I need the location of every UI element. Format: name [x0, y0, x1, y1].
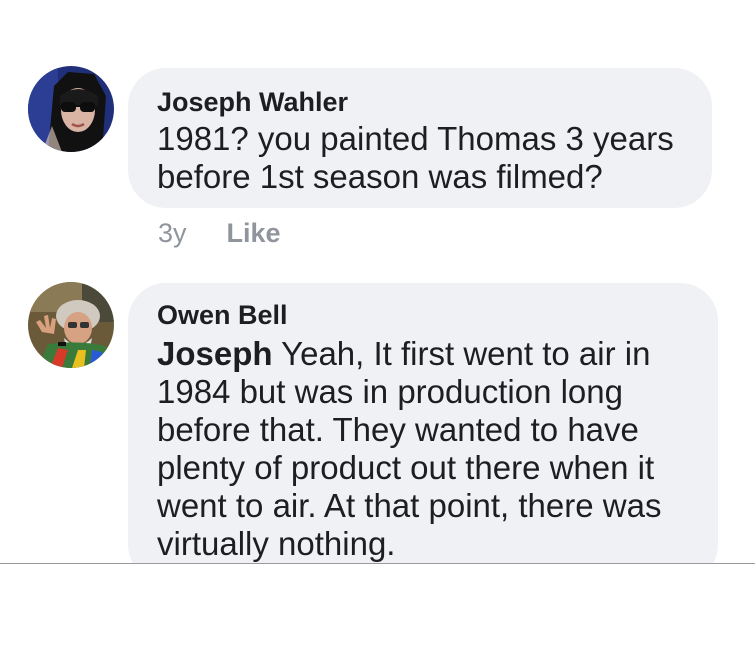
profile-photo-icon — [28, 66, 114, 152]
comment-text-line: before that. They wanted to have — [157, 411, 639, 448]
comment-text-line: before 1st season was filmed? — [157, 158, 603, 195]
divider-line — [0, 563, 755, 564]
avatar-owen-bell[interactable] — [28, 282, 114, 368]
comment-text-line: 1984 but was in production long — [157, 373, 623, 410]
comment-thread: Joseph Wahler 1981? you painted Thomas 3… — [0, 0, 755, 660]
comment-author[interactable]: Owen Bell — [157, 299, 698, 331]
comment-text-line: went to air. At that point, there was — [157, 487, 662, 524]
comment-text-line: virtually nothing. — [157, 525, 396, 562]
comment-meta-1: 3y Like — [158, 217, 281, 249]
comment-author[interactable]: Joseph Wahler — [157, 86, 684, 118]
comment-text-line: plenty of product out there when it — [157, 449, 655, 486]
like-button[interactable]: Like — [227, 218, 281, 248]
comment-bubble-2: Owen Bell Joseph Yeah, It first went to … — [128, 283, 718, 583]
avatar-joseph-wahler[interactable] — [28, 66, 114, 152]
comment-bubble-1: Joseph Wahler 1981? you painted Thomas 3… — [128, 68, 712, 208]
profile-photo-icon — [28, 282, 114, 368]
comment-text: Joseph Yeah, It first went to air in 198… — [157, 335, 698, 563]
comment-timestamp[interactable]: 3y — [158, 218, 187, 248]
comment-text-line: 1981? you painted Thomas 3 years — [157, 120, 674, 157]
mention-link[interactable]: Joseph — [157, 335, 273, 372]
comment-text: 1981? you painted Thomas 3 years before … — [157, 120, 684, 196]
comment-text-segment: Yeah, It first went to air in — [272, 335, 651, 372]
comment-text-line: Joseph Yeah, It first went to air in — [157, 335, 698, 373]
crop-blank-area — [0, 564, 755, 660]
